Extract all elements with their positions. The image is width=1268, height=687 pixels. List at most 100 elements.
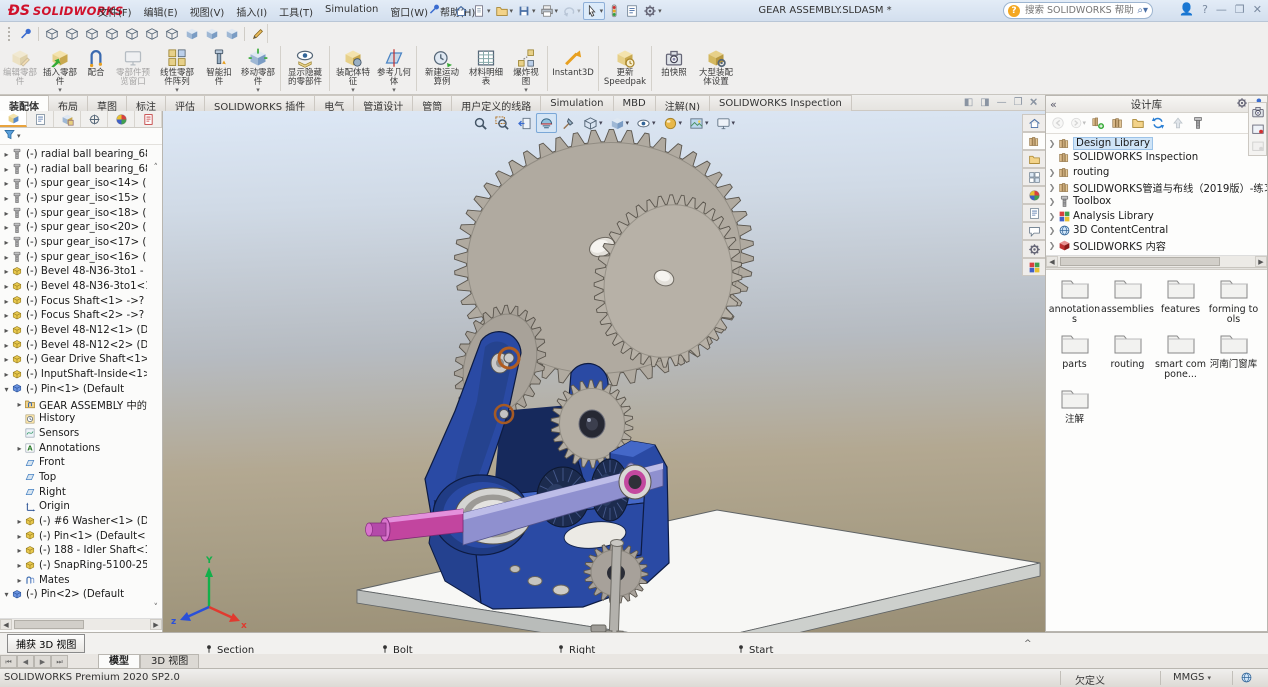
cube-left-icon[interactable] <box>82 25 101 43</box>
library-item[interactable]: ❯routing <box>1046 165 1267 180</box>
ribbon-大型装配体设置[interactable]: 大型装配体设置 <box>694 43 738 94</box>
forward-button[interactable]: ▾ <box>1069 114 1087 132</box>
gear-assembly-model[interactable]: Yxz <box>163 111 1045 632</box>
expand-icon[interactable]: ❯ <box>1046 168 1058 177</box>
tree-item[interactable]: ▸(-) Bevel 48-N12<2> (Default< <box>0 338 147 353</box>
expand-icon[interactable]: ▸ <box>2 311 11 320</box>
tree-item[interactable]: ▸(-) radial ball bearing_68_skf< <box>0 162 147 177</box>
filter-funnel-icon[interactable] <box>3 128 16 144</box>
manager-tab-inspection-manager[interactable] <box>135 111 162 127</box>
library-item[interactable]: ❯SOLIDWORKS管道与布线（2019版）-练习文件 <box>1046 180 1267 195</box>
tree-item[interactable]: ▸(-) 188 - Idler Shaft<1> (D <box>0 544 147 559</box>
menu-窗口(W)[interactable]: 窗口(W) <box>384 0 434 22</box>
stop-record-button[interactable] <box>1250 138 1265 154</box>
tree-item[interactable]: ▸Mates <box>0 573 147 588</box>
tree-item[interactable]: Front <box>0 455 147 470</box>
expand-icon[interactable]: ▸ <box>15 517 24 526</box>
tab-管筒[interactable]: 管筒 <box>413 95 452 111</box>
manager-tab-propertymanager[interactable] <box>27 111 54 127</box>
library-folder-annotations[interactable]: annotations <box>1048 276 1101 325</box>
capture-3d-view-button[interactable]: 捕获 3D 视图 <box>7 634 85 653</box>
taskpane-tab-view-palette[interactable] <box>1022 168 1045 186</box>
prev-pane-icon[interactable]: ◧ <box>964 97 973 108</box>
pin-toolbar-icon[interactable] <box>428 3 444 19</box>
tree-item[interactable]: ▸(-) spur gear_iso<14> (ISO - S <box>0 176 147 191</box>
scroll-left-icon[interactable]: ◀ <box>1046 256 1058 267</box>
close-button[interactable]: ✕ <box>1253 3 1262 16</box>
taskpane-tab-solidworks-forum[interactable] <box>1022 222 1045 240</box>
manager-tab-configurationmanager[interactable] <box>54 111 81 127</box>
next-pane-icon[interactable]: ◨ <box>980 97 989 108</box>
scroll-right-icon[interactable]: ▶ <box>150 619 162 630</box>
tree-item[interactable]: ▾(-) Pin<1> (Default <box>0 382 147 397</box>
tree-item[interactable]: ▸(-) Bevel 48-N36-3to1 - Machi <box>0 265 147 280</box>
ribbon-线性零部件阵列[interactable]: 线性零部件阵列▾ <box>154 43 200 94</box>
manager-tab-featuremanager-design-tree[interactable] <box>0 111 27 127</box>
library-folder-routing[interactable]: routing <box>1101 331 1154 380</box>
expand-icon[interactable]: ▸ <box>2 267 11 276</box>
expand-icon[interactable]: ▸ <box>2 165 11 174</box>
help-icon[interactable]: ? <box>1202 3 1208 16</box>
expand-icon[interactable]: ▸ <box>2 194 11 203</box>
expand-icon[interactable]: ▸ <box>15 546 24 555</box>
ribbon-配合[interactable]: 配合 <box>80 43 112 94</box>
collapse-panel-icon[interactable]: « <box>1050 98 1057 111</box>
file-properties-button[interactable] <box>623 2 641 20</box>
tree-scroll-down[interactable]: ˅ <box>154 603 159 613</box>
library-folder-forming tools[interactable]: forming tools <box>1207 276 1260 325</box>
doc-tab-3D 视图[interactable]: 3D 视图 <box>140 654 199 668</box>
expand-icon[interactable]: ▸ <box>2 326 11 335</box>
expand-icon[interactable]: ❯ <box>1046 212 1058 221</box>
add-to-library-button[interactable] <box>1089 114 1107 132</box>
ribbon-编辑零部件[interactable]: 编辑零部件 <box>0 43 40 94</box>
tree-scroll-up[interactable]: ˄ <box>154 163 159 173</box>
minimize-button[interactable]: — <box>1216 3 1227 16</box>
tree-item[interactable]: ▸(-) Pin<1> (Default< <box>0 529 147 544</box>
scroll-thumb[interactable] <box>1060 257 1220 266</box>
cube-shaded-edges-icon[interactable] <box>202 25 221 43</box>
select-button[interactable]: ▾ <box>583 2 606 20</box>
scroll-left-icon[interactable]: ◀ <box>0 619 12 630</box>
rebuild-button[interactable] <box>605 2 623 20</box>
refresh-button[interactable] <box>1149 114 1167 132</box>
tree-item[interactable]: ▸(-) spur gear_iso<15> (ISO - S <box>0 191 147 206</box>
tree-item[interactable]: History <box>0 411 147 426</box>
tree-item[interactable]: Sensors <box>0 426 147 441</box>
tree-item[interactable]: ▸(-) spur gear_iso<18> (ISO - S <box>0 206 147 221</box>
apply-scene-button[interactable]: ▾ <box>686 113 712 133</box>
tree-item[interactable]: ▸(-) Bevel 48-N12<1> (Default< <box>0 323 147 338</box>
collapse-views-bar-icon[interactable]: ^ <box>1024 639 1032 649</box>
tree-item[interactable]: ▸(-) radial ball bearing_68_skf< <box>0 147 147 162</box>
tree-item[interactable]: ▸(-) Focus Shaft<1> ->? (Defau <box>0 294 147 309</box>
open-document-button[interactable]: ▾ <box>493 2 516 20</box>
cube-bottom-icon[interactable] <box>142 25 161 43</box>
tab-电气[interactable]: 电气 <box>315 95 354 111</box>
expand-icon[interactable]: ▾ <box>2 590 11 599</box>
display-style-button[interactable]: ▾ <box>606 113 632 133</box>
create-new-folder-button[interactable] <box>1129 114 1147 132</box>
new-document-button[interactable]: ▾ <box>470 2 493 20</box>
scroll-right-icon[interactable]: ▶ <box>1255 256 1267 267</box>
tab-scroll-1[interactable]: ◀ <box>17 655 34 668</box>
expand-icon[interactable]: ▸ <box>15 400 24 409</box>
tab-scroll-3[interactable]: ⏭ <box>51 655 68 668</box>
toolbox-settings-button[interactable] <box>1189 114 1207 132</box>
library-item[interactable]: ❯Design Library <box>1046 136 1267 151</box>
add-file-location-button[interactable] <box>1109 114 1127 132</box>
tab-草图[interactable]: 草图 <box>88 95 127 111</box>
library-item[interactable]: ❯3D ContentCentral <box>1046 224 1267 239</box>
zoom-to-fit-button[interactable] <box>470 113 491 133</box>
tree-item[interactable]: Right <box>0 485 147 500</box>
tree-item[interactable]: Origin <box>0 500 147 515</box>
expand-icon[interactable]: ▸ <box>2 370 11 379</box>
tab-scroll-0[interactable]: ⏮ <box>0 655 17 668</box>
ribbon-零部件预览窗口[interactable]: 零部件预览窗口 <box>112 43 154 94</box>
screen-capture-button[interactable] <box>1250 104 1265 120</box>
library-folder-smart compone...[interactable]: smart compone... <box>1154 331 1207 380</box>
taskpane-tab-appearances-scenes[interactable] <box>1022 186 1045 204</box>
tree-item[interactable]: ▸(-) InputShaft-Inside<1> (Defa <box>0 367 147 382</box>
save-button[interactable]: ▾ <box>515 2 538 20</box>
ribbon-显示隐藏的零部件[interactable]: 显示隐藏的零部件 <box>283 43 327 94</box>
view-settings-button[interactable]: ▾ <box>713 113 739 133</box>
tab-SOLIDWORKS 插件[interactable]: SOLIDWORKS 插件 <box>205 95 315 111</box>
